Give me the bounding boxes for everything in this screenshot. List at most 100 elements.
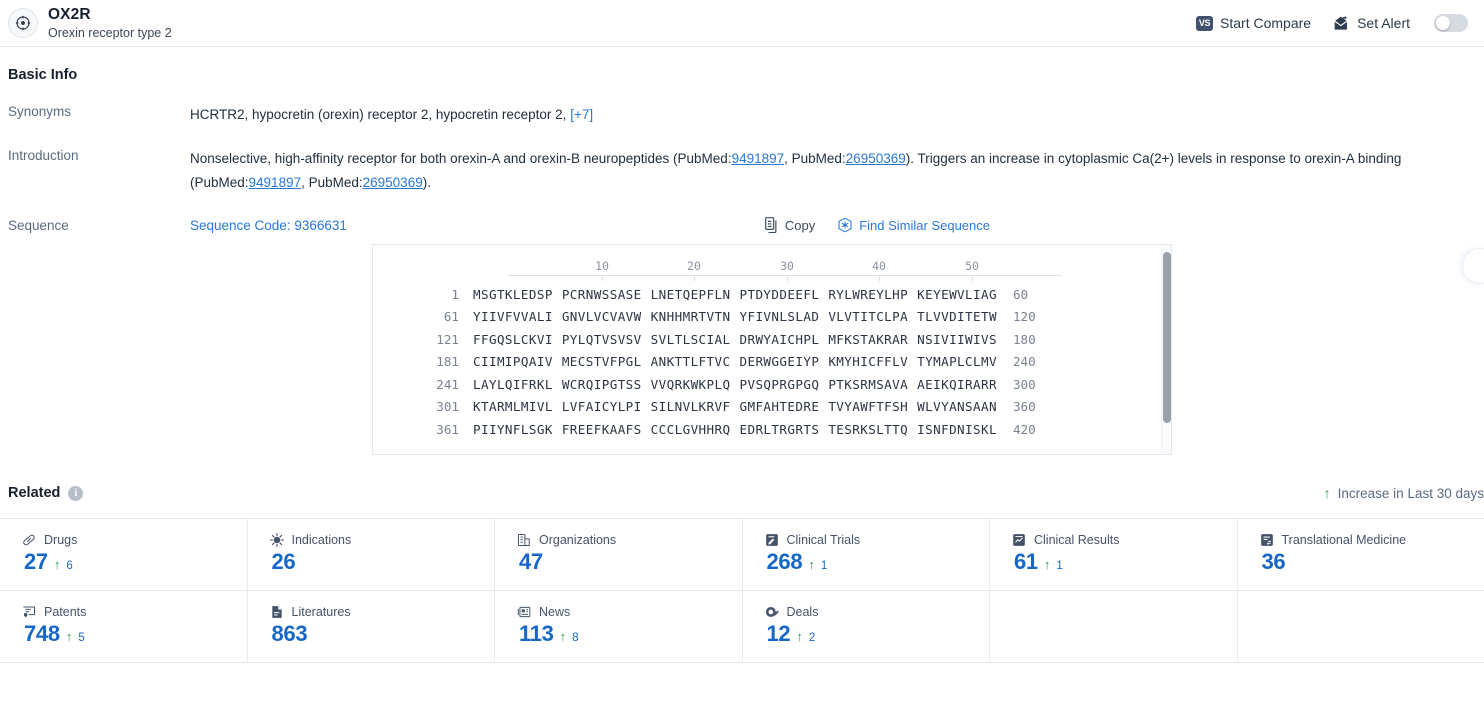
sequence-chunk: KTARMLMIVL — [473, 399, 553, 415]
info-icon[interactable]: i — [68, 485, 84, 501]
pubmed-link-3[interactable]: 9491897 — [249, 175, 302, 190]
card-value-group: 61 ↑ 1 — [1012, 549, 1237, 575]
related-card-drugs[interactable]: Drugs 27 ↑ 6 — [0, 519, 248, 590]
virus-icon — [269, 533, 284, 547]
sequence-scrollbar-thumb[interactable] — [1163, 252, 1171, 423]
card-value-group: 26 — [270, 549, 495, 575]
sequence-chunk: TESRKSLTTQ — [828, 421, 909, 437]
sequence-chunk: SILNVLKRVF — [650, 399, 731, 415]
sequence-chunk: DERWGGEIYP — [739, 354, 820, 370]
related-card-row: Drugs 27 ↑ 6 Indications 26 Organization… — [0, 519, 1484, 591]
page-title: OX2R — [48, 5, 91, 23]
pubmed-link-1[interactable]: 9491897 — [732, 151, 785, 166]
sequence-chunk: TVYAWFTFSH — [828, 399, 909, 415]
sequence-chunk: AEIKQIRARR — [917, 376, 997, 392]
card-label: Drugs — [44, 533, 78, 547]
copy-button[interactable]: Copy — [764, 217, 815, 233]
card-value-group: 12 ↑ 2 — [765, 621, 990, 647]
card-number: 36 — [1261, 549, 1286, 574]
sequence-chunk: YIIVFVVALI — [473, 309, 553, 325]
introduction-value: Nonselective, high-affinity receptor for… — [190, 147, 1452, 195]
sequence-panel: Sequence Code: 9366631 Copy Find Similar… — [8, 217, 1484, 455]
arrow-up-icon: ↑ — [1323, 485, 1331, 501]
sequence-chunk: LNETQEPFLN — [650, 286, 731, 302]
copy-label: Copy — [784, 217, 816, 233]
sequence-line: 1 MSGTKLEDSP PCRNWSSASE LNETQEPFLN PTDYD… — [373, 283, 1171, 306]
clipboard-pen-icon — [765, 533, 779, 547]
sequence-chunk: TYMAPLCLMV — [917, 354, 997, 370]
related-card-clinical-trials[interactable]: Clinical Trials 268 ↑ 1 — [743, 519, 990, 590]
sequence-start-index: 361 — [436, 421, 459, 437]
sequence-chunks: MSGTKLEDSP PCRNWSSASE LNETQEPFLN PTDYDDE… — [473, 287, 997, 302]
card-value-group: 113 ↑ 8 — [517, 621, 742, 647]
sequence-end-index: 240 — [1012, 354, 1036, 370]
sequence-chunk: DRWYAICHPL — [739, 331, 820, 347]
sequence-chunk: PVSQPRGPGQ — [739, 376, 820, 392]
sequence-chunk: CCCLGVHHRQ — [650, 421, 731, 437]
synonyms-more-link[interactable]: [+7] — [570, 107, 593, 122]
alert-envelope-icon — [1333, 15, 1350, 31]
synonyms-label: Synonyms — [8, 104, 72, 119]
set-alert-button[interactable]: Set Alert — [1333, 15, 1410, 31]
related-cards: Drugs 27 ↑ 6 Indications 26 Organization… — [0, 518, 1484, 663]
related-card-empty — [990, 591, 1238, 662]
card-number: 748 — [24, 621, 60, 646]
ruler-tick — [787, 275, 788, 281]
arrow-up-icon: ↑ — [796, 629, 803, 644]
sequence-chunk: CIIMIPQAIV — [473, 354, 553, 370]
card-number: 27 — [24, 549, 48, 574]
card-label: News — [539, 605, 571, 619]
sequence-chunk: MECSTVFPGL — [561, 354, 642, 370]
ruler-tick-label: 20 — [687, 259, 701, 273]
ruler-tick — [694, 275, 695, 281]
ruler-tick — [602, 275, 603, 281]
related-card-news[interactable]: News 113 ↑ 8 — [495, 591, 743, 662]
basic-info-grid: Synonyms HCRTR2, hypocretin (orexin) rec… — [0, 103, 1484, 455]
related-card-deals[interactable]: Deals 12 ↑ 2 — [743, 591, 990, 662]
related-card-clinical-results[interactable]: Clinical Results 61 ↑ 1 — [990, 519, 1238, 590]
pubmed-link-2[interactable]: 26950369 — [846, 151, 906, 166]
set-alert-label: Set Alert — [1357, 15, 1410, 31]
sequence-chunk: PIIYNFLSGK — [473, 421, 553, 437]
card-delta: 1 — [1056, 560, 1063, 572]
card-head: Organizations — [517, 533, 742, 547]
sequence-chunk: LVFAICYLPI — [561, 399, 642, 415]
sequence-chunks: YIIVFVVALI GNVLVCVAVW KNHHMRTVTN YFIVNLS… — [473, 309, 997, 324]
pubmed-link-4[interactable]: 26950369 — [363, 175, 423, 190]
related-header: Related i ↑ Increase in Last 30 days — [0, 485, 1484, 501]
sequence-scrollbar[interactable] — [1161, 245, 1171, 454]
sequence-viewer[interactable]: 10 20 30 40 50 1 MSGTKLEDSP PCRNWSSASE L… — [372, 244, 1172, 455]
related-card-patents[interactable]: Patents 748 ↑ 5 — [0, 591, 248, 662]
sequence-chunk: EDRLTRGRTS — [739, 421, 820, 437]
sequence-chunk: KNHHMRTVTN — [650, 309, 731, 325]
sequence-chunk: WLVYANSAAN — [917, 399, 997, 415]
start-compare-button[interactable]: VS Start Compare — [1196, 15, 1311, 31]
find-similar-sequence-button[interactable]: Find Similar Sequence — [837, 217, 990, 233]
card-number: 26 — [271, 549, 296, 574]
card-number: 12 — [766, 621, 791, 646]
find-similar-sequence-label: Find Similar Sequence — [859, 217, 990, 233]
sequence-start-index: 121 — [436, 331, 459, 347]
related-title: Related — [8, 485, 61, 501]
related-card-translational-medicine[interactable]: Translational Medicine 36 — [1238, 519, 1484, 590]
sequence-end-index: 360 — [1012, 399, 1036, 415]
target-crosshair-icon — [8, 8, 38, 38]
sequence-chunk: WCRQIPGTSS — [561, 376, 642, 392]
synonyms-value: HCRTR2, hypocretin (orexin) receptor 2, … — [190, 103, 593, 127]
sequence-end-index: 420 — [1012, 421, 1036, 437]
card-label: Literatures — [291, 605, 351, 619]
basic-info-title: Basic Info — [8, 67, 78, 83]
sequence-chunk: TLVVDITETW — [917, 309, 997, 325]
ruler-line — [508, 275, 1062, 276]
related-card-literatures[interactable]: Literatures 863 — [248, 591, 495, 662]
alert-toggle[interactable] — [1434, 14, 1468, 32]
card-number: 268 — [766, 549, 803, 574]
related-card-indications[interactable]: Indications 26 — [248, 519, 495, 590]
sequence-chunk: FFGQSLCKVI — [473, 331, 553, 347]
related-card-organizations[interactable]: Organizations 47 — [495, 519, 743, 590]
sequence-start-index: 181 — [436, 354, 459, 370]
sequence-start-index: 61 — [443, 309, 459, 325]
sequence-code[interactable]: Sequence Code: 9366631 — [190, 218, 347, 233]
sequence-start-index: 1 — [451, 286, 459, 302]
increase-legend: ↑ Increase in Last 30 days — [1324, 486, 1484, 501]
